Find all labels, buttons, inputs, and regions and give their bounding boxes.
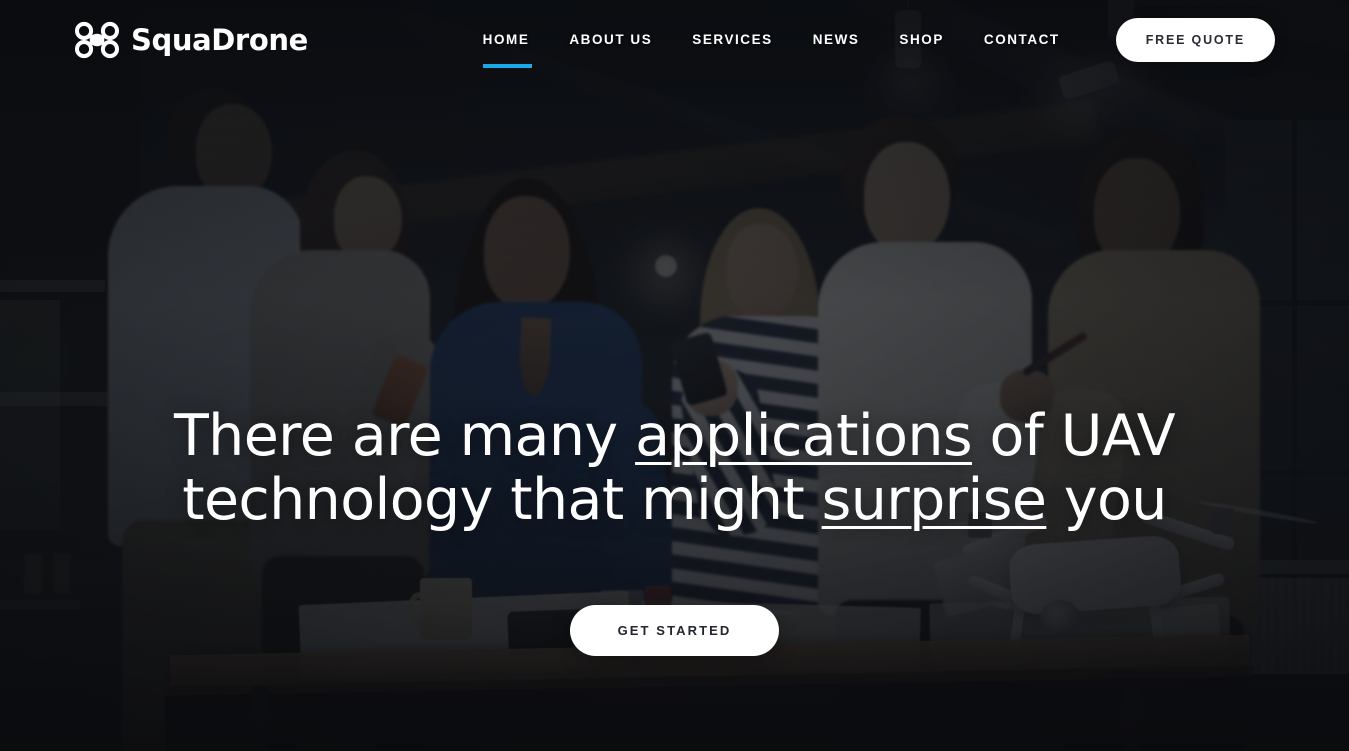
brand-logo[interactable]: SquaDrone xyxy=(74,21,308,59)
headline-text: you xyxy=(1046,467,1168,534)
hero-section: SquaDrone HOME ABOUT US SERVICES NEWS SH… xyxy=(0,0,1349,751)
headline-text: technology that might xyxy=(182,467,822,534)
nav-item-home[interactable]: HOME xyxy=(463,0,550,80)
nav-item-services[interactable]: SERVICES xyxy=(672,0,792,80)
main-navigation: HOME ABOUT US SERVICES NEWS SHOP CONTACT xyxy=(463,0,1080,80)
headline-emphasis-surprise: surprise xyxy=(821,467,1047,534)
headline-line-1: There are many applications of UAV xyxy=(173,403,1176,469)
free-quote-button[interactable]: FREE QUOTE xyxy=(1115,18,1275,62)
hero-cta-wrapper: GET STARTED xyxy=(0,605,1349,656)
headline-text: There are many xyxy=(173,403,636,469)
site-header: SquaDrone HOME ABOUT US SERVICES NEWS SH… xyxy=(0,0,1349,80)
page-title: There are many applications of UAV techn… xyxy=(40,404,1309,533)
get-started-button[interactable]: GET STARTED xyxy=(569,605,780,656)
hero-copy: There are many applications of UAV techn… xyxy=(0,404,1349,533)
nav-item-shop[interactable]: SHOP xyxy=(879,0,963,80)
brand-name: SquaDrone xyxy=(131,23,308,57)
headline-text: of UAV xyxy=(972,403,1176,469)
headline-line-2: technology that might surprise you xyxy=(182,467,1167,533)
nav-item-about-us[interactable]: ABOUT US xyxy=(549,0,672,80)
nav-item-news[interactable]: NEWS xyxy=(793,0,880,80)
nav-item-contact[interactable]: CONTACT xyxy=(964,0,1080,80)
headline-emphasis-applications: applications xyxy=(635,403,973,469)
drone-icon xyxy=(74,21,120,59)
